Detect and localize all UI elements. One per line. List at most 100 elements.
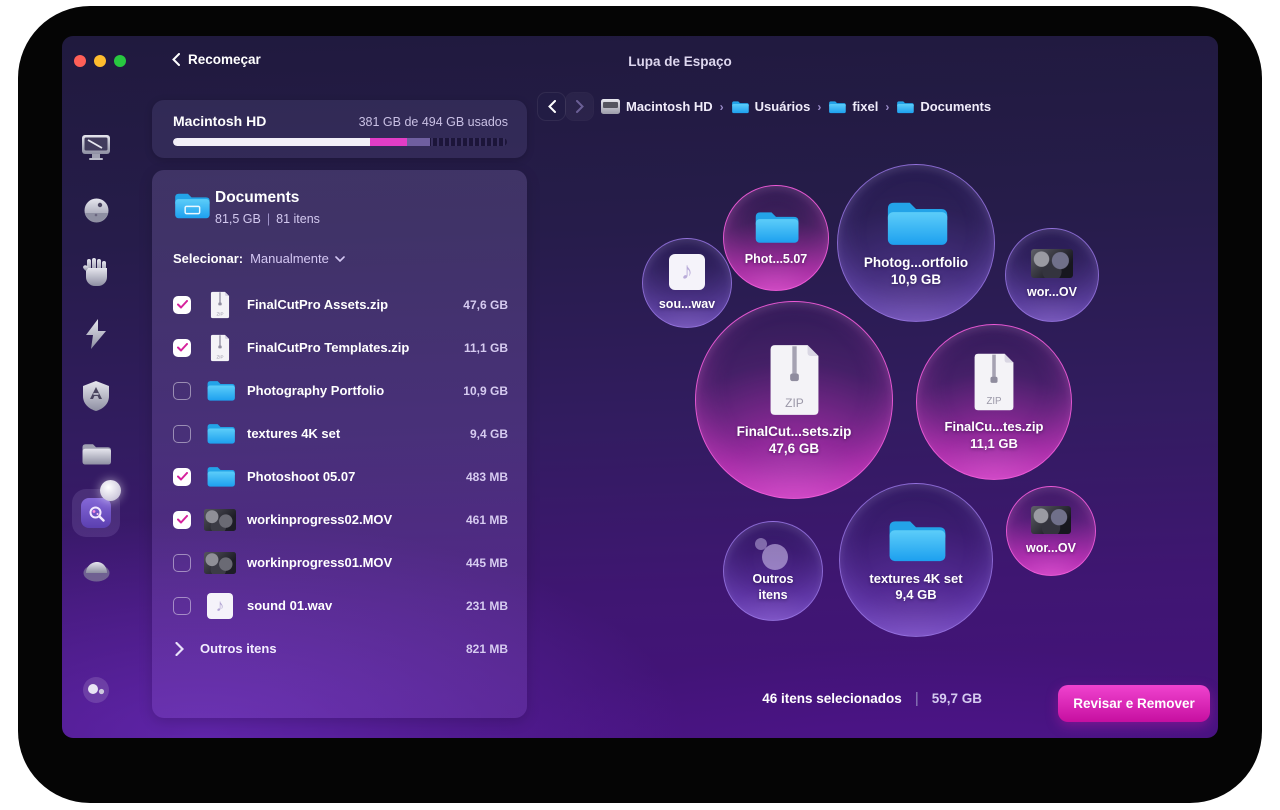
- file-size: 47,6 GB: [463, 298, 508, 312]
- bubble-label: Photog...ortfolio: [864, 255, 968, 272]
- shield-icon: [82, 381, 110, 411]
- bubble-label: sou...wav: [659, 297, 715, 313]
- file-name: workinprogress02.MOV: [247, 512, 466, 527]
- zip-file-icon: ZIP: [766, 343, 823, 417]
- table-row[interactable]: workinprogress02.MOV 461 MB: [152, 498, 527, 541]
- bubble-size: 47,6 GB: [769, 441, 819, 458]
- checkbox-checked[interactable]: [173, 339, 191, 357]
- table-row[interactable]: sound 01.wav 231 MB: [152, 584, 527, 627]
- file-size: 11,1 GB: [464, 341, 508, 355]
- bubble-textures-4k-set[interactable]: textures 4K set 9,4 GB: [839, 483, 993, 637]
- review-and-remove-button[interactable]: Revisar e Remover: [1058, 685, 1210, 722]
- breadcrumb-item-usuarios[interactable]: Usuários: [731, 99, 811, 114]
- others-row[interactable]: Outros itens 821 MB: [152, 627, 527, 670]
- table-row[interactable]: ZIP FinalCutPro Assets.zip 47,6 GB: [152, 283, 527, 326]
- breadcrumb-item-fixel[interactable]: fixel: [828, 99, 878, 114]
- sidebar-item-assistant[interactable]: [76, 676, 116, 704]
- zip-label: ZIP: [785, 396, 804, 410]
- sidebar-item-space-lens-selected[interactable]: [72, 489, 120, 537]
- folder-icon: [81, 442, 111, 466]
- breadcrumb-label: Macintosh HD: [626, 99, 713, 114]
- zip-label: ZIP: [986, 396, 1001, 407]
- sidebar-item-performance[interactable]: [76, 319, 116, 349]
- bubble-label: wor...OV: [1027, 285, 1077, 301]
- page-title: Lupa de Espaço: [628, 54, 732, 69]
- file-list: ZIP FinalCutPro Assets.zip 47,6 GB ZIP F…: [152, 283, 527, 670]
- bubble-label: wor...OV: [1026, 541, 1076, 557]
- breadcrumb-separator: ›: [720, 100, 724, 114]
- checkbox-checked[interactable]: [173, 468, 191, 486]
- sidebar-item-privacy[interactable]: [76, 258, 116, 287]
- nav-back-button[interactable]: [538, 93, 565, 120]
- bubble-label: textures 4K set: [869, 571, 962, 587]
- chevron-down-icon: [335, 256, 345, 262]
- bubble-size: 9,4 GB: [895, 587, 936, 603]
- bubbles-icon: [82, 676, 110, 704]
- video-thumbnail-icon: [1031, 249, 1073, 278]
- sidebar-item-protection[interactable]: [76, 197, 116, 224]
- minimize-window-button[interactable]: [94, 55, 106, 67]
- checkbox-unchecked[interactable]: [173, 597, 191, 615]
- checkbox-checked[interactable]: [173, 296, 191, 314]
- bubble-finalcutpro-assets[interactable]: ZIP FinalCut...sets.zip 47,6 GB: [695, 301, 893, 499]
- bubble-finalcutpro-templates[interactable]: ZIP FinalCu...tes.zip 11,1 GB: [916, 324, 1072, 480]
- usage-segment-used: [173, 138, 370, 146]
- audio-file-icon: [669, 254, 705, 290]
- table-row[interactable]: ZIP FinalCutPro Templates.zip 11,1 GB: [152, 326, 527, 369]
- audio-file-icon: [203, 593, 237, 619]
- table-row[interactable]: Photography Portfolio 10,9 GB: [152, 369, 527, 412]
- drive-card[interactable]: Macintosh HD 381 GB de 494 GB usados: [152, 100, 527, 158]
- table-row[interactable]: Photoshoot 05.07 483 MB: [152, 455, 527, 498]
- drive-name: Macintosh HD: [173, 113, 266, 129]
- sidebar-item-cleanup[interactable]: [76, 134, 116, 161]
- breadcrumb-item-documents[interactable]: Documents: [896, 99, 991, 114]
- file-size: 10,9 GB: [463, 384, 508, 398]
- bubble-label: Phot...5.07: [745, 252, 808, 268]
- breadcrumb-separator: ›: [817, 100, 821, 114]
- chevron-right-icon: [576, 100, 584, 113]
- close-window-button[interactable]: [74, 55, 86, 67]
- bubble-sound-wav[interactable]: sou...wav: [642, 238, 732, 328]
- table-row[interactable]: workinprogress01.MOV 445 MB: [152, 541, 527, 584]
- file-size: 461 MB: [466, 513, 508, 527]
- checkbox-checked[interactable]: [173, 511, 191, 529]
- bubble-workinprogress-01[interactable]: wor...OV: [1005, 228, 1099, 322]
- selection-summary: 46 itens selecionados | 59,7 GB: [762, 690, 982, 707]
- table-row[interactable]: textures 4K set 9,4 GB: [152, 412, 527, 455]
- breadcrumb-separator: ›: [885, 100, 889, 114]
- others-label: Outros itens: [200, 641, 466, 656]
- orb-icon: [83, 197, 110, 224]
- panel-folder-stats: 81,5 GB|81 itens: [215, 212, 320, 226]
- lightning-icon: [84, 319, 108, 349]
- glow-orb-icon: [100, 480, 121, 501]
- checkbox-unchecked[interactable]: [173, 425, 191, 443]
- nav-forward-button[interactable]: [566, 93, 593, 120]
- bubble-photography-portfolio[interactable]: Photog...ortfolio 10,9 GB: [837, 164, 995, 322]
- folder-icon: [203, 379, 237, 402]
- bubble-others[interactable]: Outros itens: [723, 521, 823, 621]
- file-size: 483 MB: [466, 470, 508, 484]
- panel-size: 81,5 GB: [215, 212, 261, 226]
- bubble-photoshoot[interactable]: Phot...5.07: [723, 185, 829, 291]
- checkbox-unchecked[interactable]: [173, 554, 191, 572]
- drive-usage-bar: [173, 138, 507, 146]
- chevron-left-icon: [172, 53, 180, 66]
- select-mode-row: Selecionar: Manualmente: [173, 251, 345, 266]
- zip-file-icon: ZIP: [203, 291, 237, 319]
- chevron-right-icon: [175, 642, 184, 656]
- restart-back-button[interactable]: Recomeçar: [172, 52, 261, 67]
- select-mode-dropdown[interactable]: Manualmente: [250, 251, 345, 266]
- bubble-workinprogress-02[interactable]: wor...OV: [1006, 486, 1096, 576]
- sidebar-item-files[interactable]: [76, 442, 116, 466]
- video-thumbnail-icon: [203, 509, 237, 531]
- sidebar-item-shredder[interactable]: [76, 560, 116, 582]
- zoom-window-button[interactable]: [114, 55, 126, 67]
- file-name: textures 4K set: [247, 426, 470, 441]
- checkbox-unchecked[interactable]: [173, 382, 191, 400]
- drive-usage: 381 GB de 494 GB usados: [359, 115, 508, 129]
- sidebar-item-applications[interactable]: [76, 381, 116, 411]
- file-name: workinprogress01.MOV: [247, 555, 466, 570]
- breadcrumb-item-macintosh-hd[interactable]: Macintosh HD: [601, 99, 713, 114]
- usage-segment-other: [407, 138, 430, 146]
- other-items-icon: [753, 538, 793, 572]
